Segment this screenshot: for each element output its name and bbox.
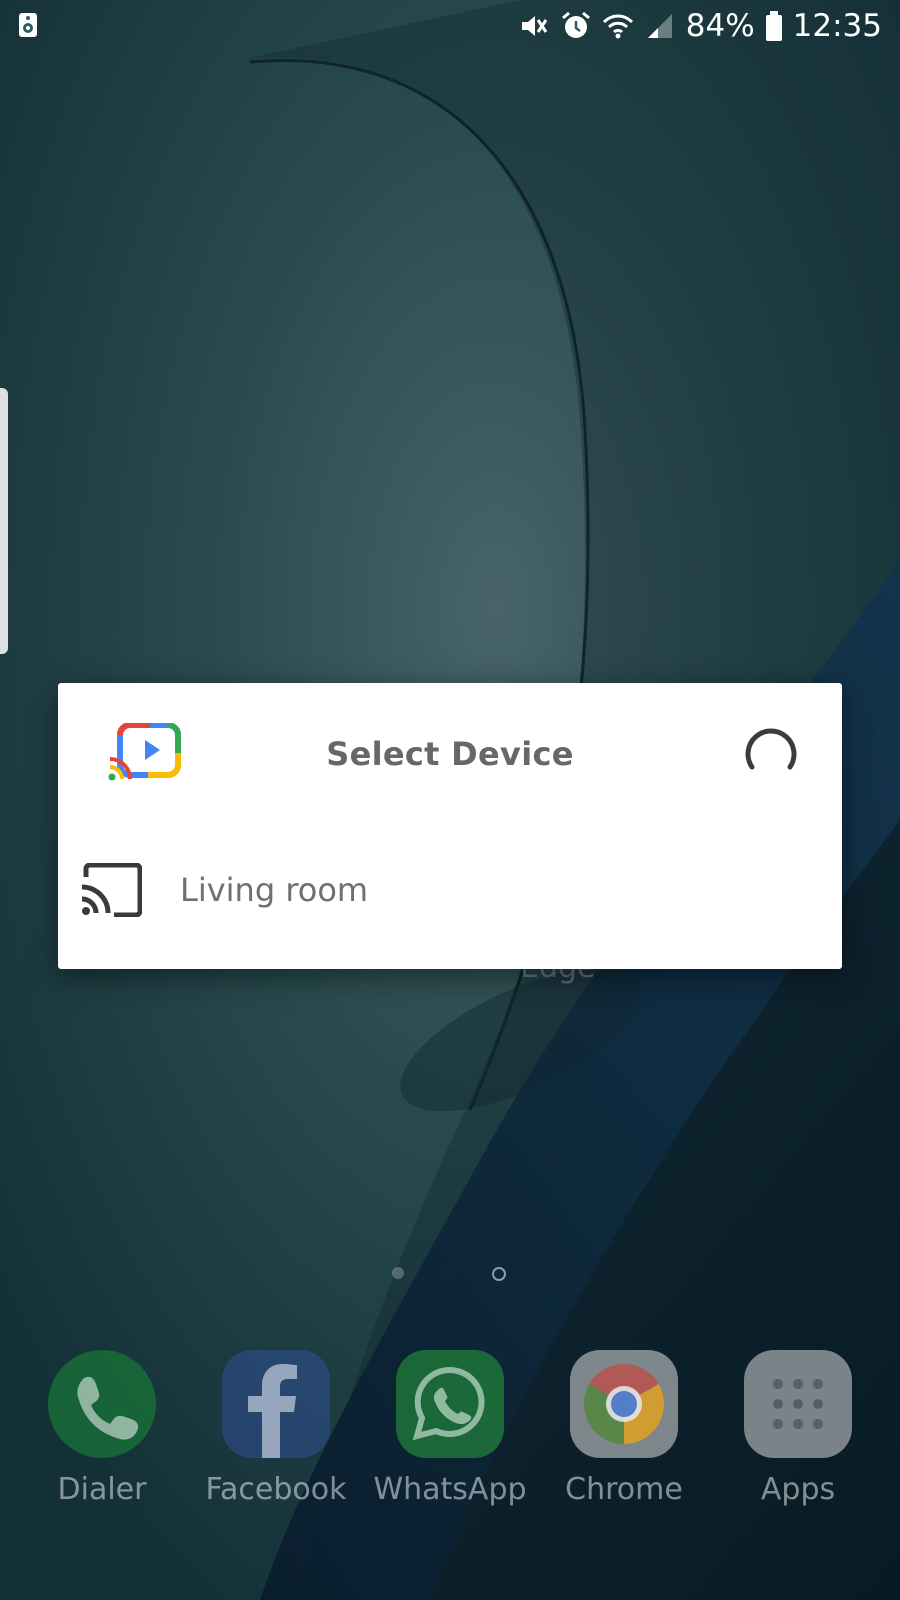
page-dot-3-current[interactable] (492, 1267, 506, 1281)
page-dot-1[interactable] (392, 1267, 404, 1279)
dialog-title: Select Device (326, 735, 574, 773)
battery-percent: 84% (685, 8, 755, 44)
status-bar: 84% 12:35 (0, 0, 900, 52)
battery-icon (765, 11, 782, 41)
app-dock: Dialer Facebook WhatsApp Chrome Apps (0, 1350, 900, 1510)
dock-label-facebook: Facebook (205, 1472, 347, 1507)
dock-label-dialer: Dialer (57, 1472, 147, 1507)
loading-spinner-icon (745, 728, 797, 770)
page-dot-2[interactable] (442, 1267, 454, 1279)
dock-app-dialer[interactable]: Dialer (22, 1350, 182, 1510)
dock-app-apps[interactable]: Apps (718, 1350, 878, 1510)
dock-label-apps: Apps (760, 1472, 836, 1507)
device-label: Living room (180, 871, 369, 909)
select-device-dialog: Select Device Living room (58, 683, 842, 969)
alarm-icon (561, 11, 590, 38)
clock: 12:35 (792, 8, 882, 44)
mute-icon (521, 16, 547, 36)
notification-app-icon (19, 13, 37, 37)
cast-icon (81, 863, 142, 917)
chrome-icon (570, 1350, 678, 1458)
page-indicator (390, 1265, 510, 1285)
dock-app-whatsapp[interactable]: WhatsApp (370, 1350, 530, 1510)
facebook-icon (222, 1350, 330, 1458)
dock-label-chrome: Chrome (565, 1472, 683, 1507)
signal-icon (647, 14, 672, 38)
whatsapp-icon (396, 1350, 504, 1458)
edge-panel-handle[interactable] (0, 388, 8, 654)
dock-label-whatsapp: WhatsApp (373, 1472, 527, 1507)
device-item-living-room[interactable]: Living room (58, 863, 842, 943)
phone-icon (48, 1350, 156, 1458)
dock-app-facebook[interactable]: Facebook (196, 1350, 356, 1510)
apps-grid-icon (744, 1350, 852, 1458)
dock-app-chrome[interactable]: Chrome (544, 1350, 704, 1510)
wifi-icon (602, 14, 633, 39)
